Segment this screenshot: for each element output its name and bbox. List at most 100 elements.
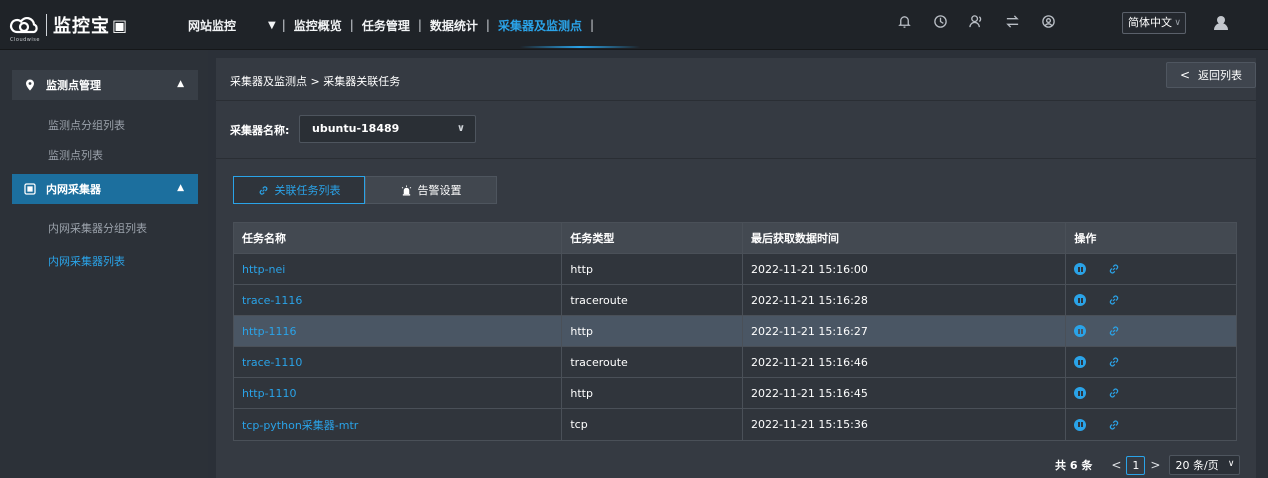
prev-page-icon[interactable]: <: [1111, 458, 1121, 472]
users-icon[interactable]: [967, 12, 985, 30]
column-header-task-name: 任务名称: [234, 223, 563, 253]
collector-select[interactable]: ubuntu-18489 ∨: [299, 115, 476, 143]
task-name-link[interactable]: http-1116: [234, 316, 563, 346]
bell-icon[interactable]: [895, 12, 913, 30]
actions-cell: [1066, 409, 1236, 440]
next-page-icon[interactable]: >: [1150, 458, 1160, 472]
pause-icon[interactable]: [1074, 325, 1087, 337]
last-data-time: 2022-11-21 15:16:00: [743, 254, 1067, 284]
main-content: 采集器及监测点 > 采集器关联任务 < 返回列表 采集器名称: ubuntu-1…: [216, 58, 1256, 478]
tab-task-list-label: 关联任务列表: [274, 184, 341, 197]
table-row: trace-1116 traceroute 2022-11-21 15:16:2…: [234, 285, 1236, 316]
actions-cell: [1066, 316, 1236, 346]
logo-divider: [46, 14, 47, 36]
task-name-link[interactable]: http-nei: [234, 254, 563, 284]
back-button-label: 返回列表: [1198, 69, 1243, 82]
link-icon[interactable]: [1108, 325, 1120, 337]
page-size-select[interactable]: 20 条/页 ∨: [1169, 455, 1241, 475]
tab-alert-settings[interactable]: 告警设置: [365, 176, 497, 204]
pause-icon[interactable]: [1074, 418, 1087, 431]
actions-cell: [1066, 285, 1236, 315]
pause-icon[interactable]: [1074, 263, 1087, 275]
caret-down-icon[interactable]: ▼: [268, 20, 276, 31]
actions-cell: [1066, 254, 1236, 284]
table-row: http-nei http 2022-11-21 15:16:00: [234, 254, 1236, 285]
chevron-up-icon: ▲: [177, 183, 184, 193]
nav-separator: |: [281, 18, 286, 32]
task-name-link[interactable]: trace-1110: [234, 347, 563, 377]
main-nav: 网站监控 ▼ | 监控概览 | 任务管理 | 数据统计 | 采集器及监测点 |: [182, 0, 596, 50]
logo-subtext: Cloudwise: [10, 37, 40, 43]
link-icon[interactable]: [1108, 356, 1120, 368]
table-row: tcp-python采集器-mtr tcp 2022-11-21 15:15:3…: [234, 409, 1236, 440]
nav-task-management[interactable]: 任务管理: [356, 17, 416, 34]
avatar-icon[interactable]: [1212, 14, 1230, 32]
cloud-logo-icon: [8, 10, 42, 40]
sidebar-item-monitor-points[interactable]: 监测点列表: [48, 147, 103, 163]
chevron-down-icon: ∨: [456, 123, 465, 134]
page-number-current[interactable]: 1: [1126, 455, 1146, 475]
account-circle-icon[interactable]: [1039, 12, 1057, 30]
nav-separator: |: [485, 18, 490, 32]
last-data-time: 2022-11-21 15:15:36: [743, 409, 1067, 440]
tab-task-list[interactable]: 关联任务列表: [233, 176, 365, 204]
logo-badge-icon: ▣: [112, 15, 129, 35]
nav-separator: |: [349, 18, 354, 32]
sidebar-group-monitor-points[interactable]: 监测点管理 ▲: [12, 70, 198, 100]
link-icon[interactable]: [1108, 387, 1120, 399]
link-icon[interactable]: [1108, 294, 1120, 306]
sidebar-item-collector-list[interactable]: 内网采集器列表: [48, 253, 125, 269]
table-row: trace-1110 traceroute 2022-11-21 15:16:4…: [234, 347, 1236, 378]
pause-icon[interactable]: [1074, 387, 1087, 399]
pause-icon[interactable]: [1074, 294, 1087, 306]
task-name-link[interactable]: http-1110: [234, 378, 563, 408]
column-header-task-type: 任务类型: [562, 223, 743, 253]
column-header-actions: 操作: [1074, 232, 1097, 245]
clock-icon[interactable]: [931, 12, 949, 30]
table-row: http-1110 http 2022-11-21 15:16:45: [234, 378, 1236, 409]
page-size-label: 20 条/页: [1175, 459, 1219, 472]
sidebar-group-intranet-collectors[interactable]: 内网采集器 ▲: [12, 174, 198, 204]
language-label: 简体中文: [1128, 16, 1172, 29]
actions-cell: [1066, 378, 1236, 408]
divider: [216, 100, 1256, 101]
link-icon[interactable]: [1108, 419, 1120, 431]
divider: [216, 158, 1256, 159]
chevron-up-icon: ▲: [177, 79, 184, 89]
language-select[interactable]: 简体中文 ∨: [1122, 12, 1186, 34]
nav-overview[interactable]: 监控概览: [288, 17, 348, 34]
nav-site-monitor[interactable]: 网站监控: [182, 17, 242, 34]
last-data-time: 2022-11-21 15:16:28: [743, 285, 1067, 315]
link-icon: [258, 185, 269, 196]
chevron-down-icon: ∨: [1227, 459, 1235, 469]
nav-collectors-active[interactable]: 采集器及监测点: [492, 17, 588, 34]
task-name-link[interactable]: tcp-python采集器-mtr: [234, 409, 563, 440]
task-name-link[interactable]: trace-1116: [234, 285, 563, 315]
pause-icon[interactable]: [1074, 356, 1087, 368]
sidebar-item-collector-groups[interactable]: 内网采集器分组列表: [48, 220, 147, 236]
back-to-list-button[interactable]: < 返回列表: [1166, 62, 1256, 88]
column-header-last-data-time: 最后获取数据时间: [743, 223, 1067, 253]
task-type: traceroute: [562, 285, 743, 315]
task-table: 任务名称 任务类型 最后获取数据时间 操作 http-nei http 2022…: [233, 222, 1237, 441]
tab-alert-settings-label: 告警设置: [417, 184, 462, 197]
total-count: 共 6 条: [1055, 459, 1093, 472]
task-type: http: [562, 378, 743, 408]
alarm-icon: [401, 184, 412, 196]
switch-icon[interactable]: [1003, 12, 1021, 30]
collector-name-label: 采集器名称:: [230, 124, 290, 137]
sidebar-group-label: 内网采集器: [46, 183, 101, 196]
last-data-time: 2022-11-21 15:16:46: [743, 347, 1067, 377]
nav-separator: |: [417, 18, 422, 32]
sidebar: 监测点管理 ▲ 监测点分组列表 监测点列表 内网采集器 ▲ 内网采集器分组列表 …: [0, 50, 208, 478]
table-header-row: 任务名称 任务类型 最后获取数据时间 操作: [234, 223, 1236, 254]
link-icon[interactable]: [1108, 263, 1120, 275]
chevron-down-icon: ∨: [1174, 18, 1181, 28]
sidebar-item-monitor-point-groups[interactable]: 监测点分组列表: [48, 117, 125, 133]
task-type: http: [562, 316, 743, 346]
nav-data-statistics[interactable]: 数据统计: [424, 17, 484, 34]
top-bar: 监控宝 ▣ Cloudwise 网站监控 ▼ | 监控概览 | 任务管理 | 数…: [0, 0, 1268, 50]
chip-icon: [24, 183, 36, 195]
logo[interactable]: 监控宝 ▣ Cloudwise: [8, 10, 129, 43]
nav-separator: |: [589, 18, 595, 32]
